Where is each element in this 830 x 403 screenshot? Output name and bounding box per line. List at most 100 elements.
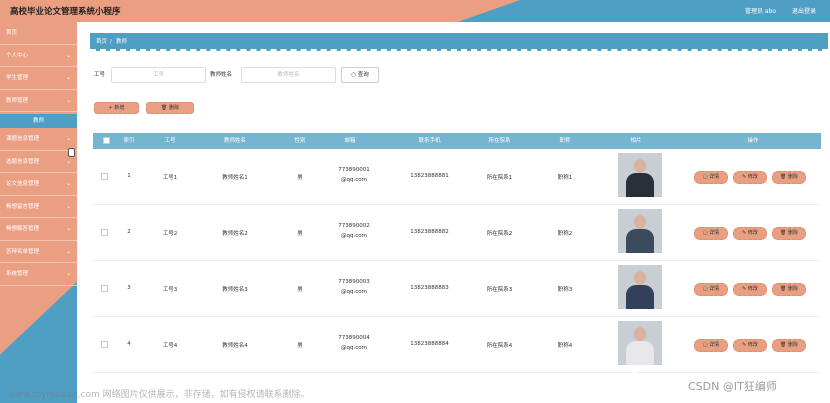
teacher-photo	[618, 321, 662, 365]
sidebar-item-profile[interactable]: 个人中心 ⌄	[0, 45, 77, 67]
cell-gender: 男	[297, 231, 303, 237]
cell-name: 教师姓名1	[222, 175, 248, 181]
cell-phone: 13823888882	[410, 229, 449, 235]
cell-phone: 13823888883	[410, 285, 449, 291]
row-checkbox[interactable]	[101, 285, 108, 292]
sidebar-item-answers[interactable]: 畅想解答管理 ⌄	[0, 218, 77, 241]
edit-button[interactable]: ✎ 修改	[733, 171, 767, 184]
sidebar-item-label: 课题信息管理	[6, 136, 40, 142]
cell-title: 职称4	[557, 343, 573, 349]
edit-button[interactable]: ✎ 修改	[733, 283, 767, 296]
cell-index: 2	[127, 229, 131, 235]
sidebar-item-label: 答辩名单管理	[6, 248, 40, 255]
chevron-down-icon: ⌄	[65, 135, 71, 142]
id-input[interactable]: 工号	[111, 67, 206, 83]
query-label: 查询	[357, 72, 369, 78]
breadcrumb: 首页 / 教师	[90, 33, 828, 51]
remove-button[interactable]: 🗑 删除	[772, 283, 806, 296]
row-checkbox[interactable]	[101, 341, 108, 348]
photo-head	[634, 159, 646, 173]
breadcrumb-separator: /	[110, 39, 112, 45]
sidebar-item-label: 畅想留言管理	[6, 203, 40, 210]
remove-button[interactable]: 🗑 删除	[772, 171, 806, 184]
photo-body	[626, 285, 654, 309]
cell-dept: 所在院系2	[486, 231, 513, 237]
detail-label: 详情	[709, 230, 720, 236]
sidebar-item-topics[interactable]: 课题信息管理 ⌄	[0, 128, 77, 151]
cell-email: 773890002@qq.com	[338, 223, 370, 239]
cell-email: 773890001@qq.com	[338, 167, 370, 183]
cell-id: 工号3	[162, 287, 178, 293]
photo-body	[626, 173, 654, 197]
sidebar-item-defense[interactable]: 答辩名单管理 ⌄	[0, 241, 77, 263]
edit-label: 修改	[747, 230, 758, 236]
table-row: 1 工号1 教师姓名1 男 773890001@qq.com 138238888…	[93, 149, 821, 205]
play-icon	[633, 370, 655, 400]
user-label: 管理员 abo	[745, 8, 777, 15]
breadcrumb-home[interactable]: 首页	[96, 33, 107, 51]
cell-id: 工号1	[162, 175, 178, 181]
detail-label: 详情	[709, 174, 720, 180]
table-header: 索引 工号 教师姓名 性别 邮箱 联系手机 所在院系 职称 相片 操作	[93, 133, 821, 149]
chevron-down-icon: ⌄	[65, 51, 71, 59]
cell-name: 教师姓名2	[222, 231, 248, 237]
remove-label: 删除	[787, 286, 798, 292]
row-checkbox[interactable]	[101, 229, 108, 236]
chevron-down-icon: ⌄	[65, 270, 71, 277]
remove-button[interactable]: 🗑 删除	[772, 227, 806, 240]
row-checkbox[interactable]	[101, 173, 108, 180]
search-bar: 工号 工号 教师姓名 教师姓名	[0, 67, 830, 83]
edit-label: 修改	[747, 286, 758, 292]
sidebar-item-selection[interactable]: 选题信息管理 ⌄	[0, 151, 77, 173]
cell-dept: 所在院系4	[486, 343, 513, 349]
top-bar: 高校毕业论文管理系统小程序 管理员 abo 退出登录	[0, 0, 830, 22]
trash-icon: 🗑	[780, 230, 788, 236]
cell-name: 教师姓名4	[222, 343, 248, 349]
remove-button[interactable]: 🗑 删除	[772, 339, 806, 352]
teacher-table: 索引 工号 教师姓名 性别 邮箱 联系手机 所在院系 职称 相片 操作 1 工号…	[93, 133, 821, 373]
watermark-right: CSDN @IT狂编师	[688, 380, 777, 393]
detail-button[interactable]: ▢ 详情	[694, 227, 728, 240]
logout-link[interactable]: 退出登录	[792, 6, 816, 15]
select-all-checkbox[interactable]	[103, 137, 110, 144]
sidebar-subitem-teacher[interactable]: 教师	[0, 114, 77, 128]
sidebar-item-label: 首页	[6, 30, 18, 36]
breadcrumb-current: 教师	[116, 39, 128, 45]
chevron-down-icon: ⌄	[65, 202, 71, 210]
sidebar-item-home[interactable]: 首页	[0, 22, 77, 45]
teacher-photo	[618, 265, 662, 309]
header-email: 邮箱	[344, 138, 356, 144]
sidebar-item-teachers[interactable]: 教师管理 ⌄	[0, 90, 77, 112]
edit-button[interactable]: ✎ 修改	[733, 227, 767, 240]
chevron-down-icon: ⌄	[65, 180, 71, 187]
cell-dept: 所在院系3	[486, 287, 513, 293]
cell-phone: 13823888884	[410, 341, 449, 347]
app-title: 高校毕业论文管理系统小程序	[10, 7, 121, 17]
sidebar-item-papers[interactable]: 论文信息管理 ⌄	[0, 173, 77, 196]
photo-head	[634, 271, 646, 285]
remove-label: 删除	[787, 342, 798, 348]
sidebar-item-system[interactable]: 系统管理 ⌄	[0, 263, 77, 286]
add-button[interactable]: + 新增	[94, 102, 139, 114]
chevron-down-icon: ⌄	[65, 247, 71, 255]
detail-button[interactable]: ▢ 详情	[694, 339, 728, 352]
sidebar-item-messages[interactable]: 畅想留言管理 ⌄	[0, 196, 77, 218]
cell-dept: 所在院系1	[486, 175, 513, 181]
detail-button[interactable]: ▢ 详情	[694, 283, 728, 296]
header-title: 职称	[559, 138, 571, 144]
detail-button[interactable]: ▢ 详情	[694, 171, 728, 184]
header-photo: 相片	[630, 138, 642, 144]
delete-button[interactable]: 🗑 删除	[146, 102, 194, 114]
cell-phone: 13823888881	[410, 173, 449, 179]
header-dept: 所在院系	[488, 138, 511, 144]
query-button[interactable]: ○ 查询	[341, 67, 379, 83]
name-input[interactable]: 教师姓名	[241, 67, 336, 83]
table-row: 3 工号3 教师姓名3 男 773890003@qq.com 138238888…	[93, 261, 821, 317]
photo-body	[626, 229, 654, 253]
chevron-down-icon: ⌄	[65, 225, 71, 232]
cell-index: 3	[127, 285, 131, 291]
cell-index: 1	[127, 173, 131, 179]
edit-button[interactable]: ✎ 修改	[733, 339, 767, 352]
sidebar-item-label: 畅想解答管理	[6, 226, 40, 232]
header-index: 索引	[123, 138, 135, 144]
